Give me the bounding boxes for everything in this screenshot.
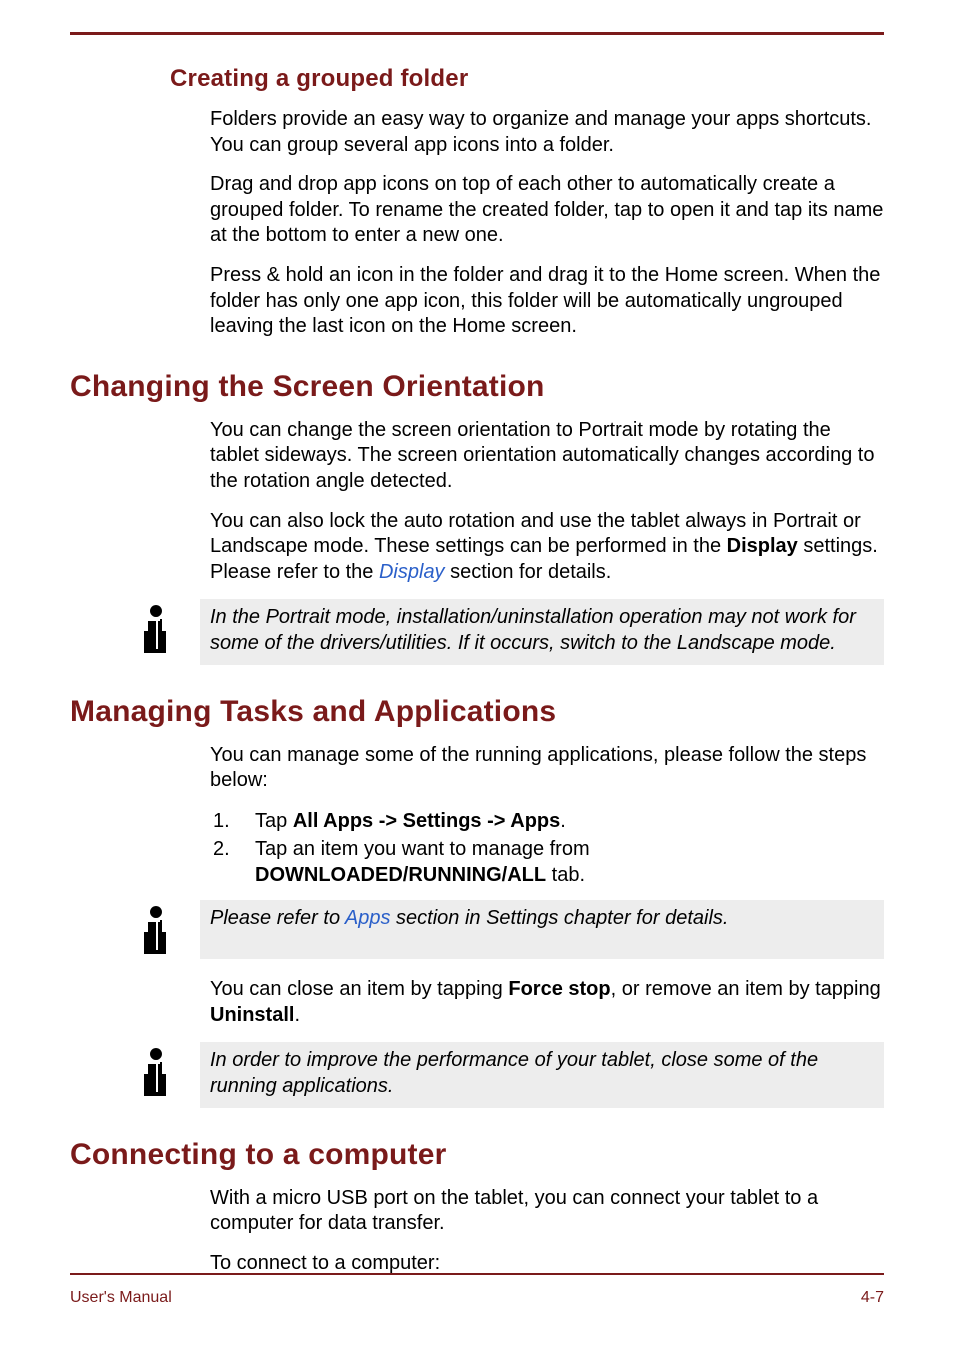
orientation-p2-bold: Display [727, 535, 798, 557]
connect-p1: With a micro USB port on the tablet, you… [210, 1186, 884, 1237]
note-tasks-1-text: Please refer to Apps section in Settings… [210, 906, 874, 932]
close-b: Force stop [508, 978, 610, 1000]
heading-tasks: Managing Tasks and Applications [70, 695, 884, 729]
folder-p1: Folders provide an easy way to organize … [210, 107, 884, 158]
step1c: . [560, 810, 566, 832]
page-container: Creating a grouped folder Folders provid… [0, 0, 954, 1345]
tasks-step1: Tap All Apps -> Settings -> Apps. [255, 808, 884, 834]
footer-line: User's Manual 4-7 [70, 1289, 884, 1307]
bottom-rule [70, 1273, 884, 1275]
step2a: Tap an item you want to manage from [255, 838, 590, 860]
body-creating-folder: Folders provide an easy way to organize … [70, 107, 884, 340]
info-icon [126, 599, 182, 655]
heading-orientation: Changing the Screen Orientation [70, 370, 884, 404]
note-tasks-2-box: In order to improve the performance of y… [200, 1042, 884, 1107]
heading-creating-folder: Creating a grouped folder [70, 65, 884, 93]
footer-right: 4-7 [861, 1289, 884, 1307]
step1b: All Apps -> Settings -> Apps [293, 810, 560, 832]
note-orientation: In the Portrait mode, installation/unins… [70, 599, 884, 664]
heading-connecting: Connecting to a computer [70, 1138, 884, 1172]
folder-p2: Drag and drop app icons on top of each o… [210, 172, 884, 249]
body-tasks: You can manage some of the running appli… [70, 743, 884, 888]
top-rule [70, 32, 884, 35]
footer-left: User's Manual [70, 1289, 172, 1307]
folder-p3: Press & hold an icon in the folder and d… [210, 263, 884, 340]
note-orientation-box: In the Portrait mode, installation/unins… [200, 599, 884, 664]
step2b: DOWNLOADED/RUNNING/ALL [255, 864, 546, 886]
note-tasks-1-box: Please refer to Apps section in Settings… [200, 900, 884, 960]
orientation-p1: You can change the screen orientation to… [210, 418, 884, 495]
close-c: , or remove an item by tapping [611, 978, 881, 1000]
note1a: Please refer to [210, 907, 345, 929]
step2c: tab. [546, 864, 585, 886]
close-a: You can close an item by tapping [210, 978, 508, 1000]
apps-link[interactable]: Apps [345, 907, 391, 929]
close-e: . [294, 1004, 300, 1026]
tasks-steps: Tap All Apps -> Settings -> Apps. Tap an… [210, 808, 884, 888]
body-orientation: You can change the screen orientation to… [70, 418, 884, 586]
step1a: Tap [255, 810, 293, 832]
orientation-p2d: section for details. [445, 561, 612, 583]
body-connecting: With a micro USB port on the tablet, you… [70, 1186, 884, 1277]
close-d: Uninstall [210, 1004, 294, 1026]
note-tasks-2-text: In order to improve the performance of y… [210, 1048, 874, 1099]
footer: User's Manual 4-7 [70, 1273, 884, 1307]
note-orientation-text: In the Portrait mode, installation/unins… [210, 605, 874, 656]
tasks-intro: You can manage some of the running appli… [210, 743, 884, 794]
tasks-step2: Tap an item you want to manage from DOWN… [255, 836, 884, 888]
display-link[interactable]: Display [379, 561, 445, 583]
info-icon [126, 1042, 182, 1098]
note-tasks-2: In order to improve the performance of y… [70, 1042, 884, 1107]
orientation-p2: You can also lock the auto rotation and … [210, 509, 884, 586]
info-icon [126, 900, 182, 956]
note-tasks-1: Please refer to Apps section in Settings… [70, 900, 884, 960]
note1b: section in Settings chapter for details. [390, 907, 728, 929]
tasks-close-p: You can close an item by tapping Force s… [210, 977, 884, 1028]
body-tasks-close: You can close an item by tapping Force s… [70, 977, 884, 1028]
